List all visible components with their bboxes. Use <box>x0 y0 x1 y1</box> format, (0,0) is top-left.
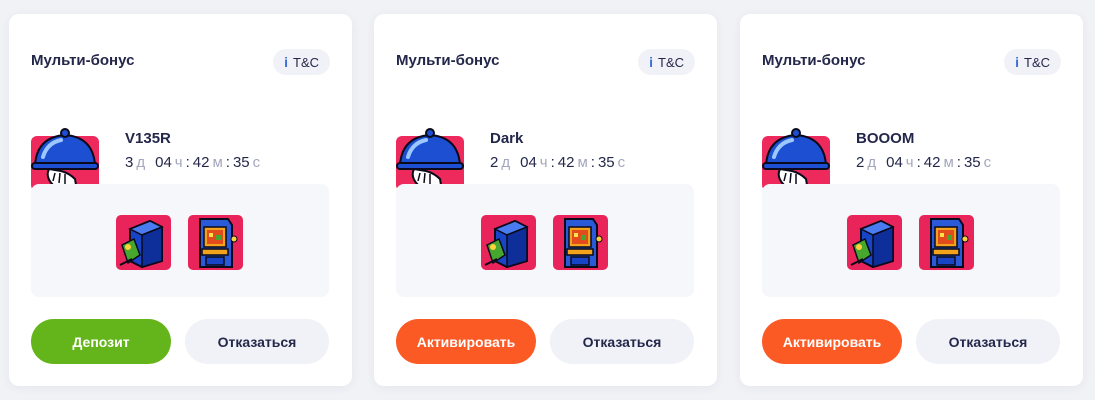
timer-hours-unit: ч <box>539 154 548 171</box>
terms-button[interactable]: i T&C <box>1004 49 1061 75</box>
games-panel <box>396 184 694 297</box>
game-thumbnail[interactable] <box>553 215 608 270</box>
terms-label: T&C <box>293 54 319 70</box>
timer-hours: 04 <box>520 154 537 171</box>
activate-button[interactable]: Активировать <box>762 319 902 364</box>
timer-seconds: 35 <box>963 154 981 171</box>
info-icon: i <box>1015 54 1019 70</box>
arcade-cabinet-icon <box>188 215 243 270</box>
slot-cabinet-blue-icon <box>481 215 536 270</box>
timer-minutes-unit: м <box>943 154 954 171</box>
timer-hours: 04 <box>886 154 903 171</box>
info-icon: i <box>284 54 288 70</box>
bonus-card: Мульти-бонус i T&C Dark 2 д 04 ч:42 м:35 с Ак… <box>374 14 717 386</box>
timer-days-unit: д <box>136 154 146 171</box>
bonus-card: Мульти-бонус i T&C BOOOM 2 д 04 ч:42 м:35 с А… <box>740 14 1083 386</box>
timer-minutes: 42 <box>557 154 575 171</box>
timer-hours-unit: ч <box>905 154 914 171</box>
timer-minutes: 42 <box>192 154 210 171</box>
timer-days-unit: д <box>867 154 877 171</box>
game-thumbnail[interactable] <box>116 215 171 270</box>
game-thumbnail[interactable] <box>847 215 902 270</box>
activate-button[interactable]: Активировать <box>396 319 536 364</box>
timer-days: 2 <box>490 154 499 171</box>
countdown-timer: 3 д 04 ч:42 м:35 с <box>125 154 261 171</box>
timer-seconds-unit: с <box>252 154 261 171</box>
timer-seconds-unit: с <box>617 154 626 171</box>
slot-cabinet-blue-icon <box>116 215 171 270</box>
bonus-name: Dark <box>490 130 524 147</box>
decline-button[interactable]: Отказаться <box>185 319 329 364</box>
timer-hours: 04 <box>155 154 172 171</box>
terms-label: T&C <box>1024 54 1050 70</box>
arcade-cabinet-icon <box>919 215 974 270</box>
slot-cabinet-blue-icon <box>847 215 902 270</box>
timer-seconds: 35 <box>597 154 615 171</box>
countdown-timer: 2 д 04 ч:42 м:35 с <box>856 154 992 171</box>
timer-hours-unit: ч <box>174 154 183 171</box>
timer-days: 3 <box>125 154 134 171</box>
games-panel <box>762 184 1060 297</box>
timer-seconds-unit: с <box>983 154 992 171</box>
terms-button[interactable]: i T&C <box>273 49 330 75</box>
timer-minutes: 42 <box>923 154 941 171</box>
card-title: Мульти-бонус <box>396 52 500 69</box>
timer-minutes-unit: м <box>577 154 588 171</box>
card-title: Мульти-бонус <box>31 52 135 69</box>
waiter-cloche-icon <box>762 127 830 191</box>
timer-minutes-unit: м <box>212 154 223 171</box>
bonus-name: BOOOM <box>856 130 915 147</box>
arcade-cabinet-icon <box>553 215 608 270</box>
bonus-cards-row: Мульти-бонус i T&C V135R 3 д 04 ч:42 м:35 с Д… <box>0 0 1095 400</box>
games-panel <box>31 184 329 297</box>
terms-label: T&C <box>658 54 684 70</box>
game-thumbnail[interactable] <box>481 215 536 270</box>
decline-button[interactable]: Отказаться <box>550 319 694 364</box>
game-thumbnail[interactable] <box>919 215 974 270</box>
countdown-timer: 2 д 04 ч:42 м:35 с <box>490 154 626 171</box>
terms-button[interactable]: i T&C <box>638 49 695 75</box>
waiter-cloche-icon <box>31 127 99 191</box>
card-title: Мульти-бонус <box>762 52 866 69</box>
timer-days: 2 <box>856 154 865 171</box>
deposit-button[interactable]: Депозит <box>31 319 171 364</box>
timer-days-unit: д <box>501 154 511 171</box>
bonus-name: V135R <box>125 130 171 147</box>
waiter-cloche-icon <box>396 127 464 191</box>
bonus-card: Мульти-бонус i T&C V135R 3 д 04 ч:42 м:35 с Д… <box>9 14 352 386</box>
info-icon: i <box>649 54 653 70</box>
decline-button[interactable]: Отказаться <box>916 319 1060 364</box>
timer-seconds: 35 <box>232 154 250 171</box>
game-thumbnail[interactable] <box>188 215 243 270</box>
